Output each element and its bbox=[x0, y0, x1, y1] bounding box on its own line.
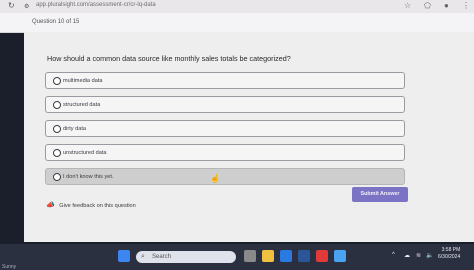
quiz-header: Question 10 of 15 bbox=[0, 13, 474, 33]
task-view-icon[interactable] bbox=[244, 250, 256, 262]
site-info-icon[interactable]: ⚙ bbox=[24, 3, 29, 10]
extensions-icon[interactable]: ⬠ bbox=[424, 1, 431, 10]
megaphone-icon: 📣 bbox=[46, 202, 55, 209]
radio-button[interactable] bbox=[53, 125, 61, 133]
clock-date: 6/30/2024 bbox=[438, 254, 461, 260]
search-icon: ⌕ bbox=[141, 253, 145, 260]
feedback-label: Give feedback on this question bbox=[59, 203, 136, 209]
answer-option[interactable]: structured data bbox=[45, 96, 405, 113]
submit-answer-button[interactable]: Submit Answer bbox=[352, 187, 408, 202]
outlook-icon[interactable] bbox=[334, 250, 346, 262]
question-text: How should a common data source like mon… bbox=[47, 54, 291, 63]
feedback-link[interactable]: 📣 Give feedback on this question bbox=[46, 201, 136, 209]
answer-option[interactable]: multimedia data bbox=[45, 72, 405, 89]
menu-icon[interactable]: ⋮ bbox=[462, 1, 470, 10]
browser-toolbar: ↻ ⚙ app.pluralsight.com/assessment-cr/cr… bbox=[0, 0, 474, 14]
option-label: structured data bbox=[63, 102, 101, 108]
chevron-up-icon[interactable]: ^ bbox=[392, 252, 395, 258]
radio-button[interactable] bbox=[53, 77, 61, 85]
answer-option[interactable]: unstructured data bbox=[45, 144, 405, 161]
radio-button[interactable] bbox=[53, 149, 61, 157]
profile-icon[interactable]: ● bbox=[444, 1, 449, 10]
word-icon[interactable] bbox=[298, 250, 310, 262]
search-label: Search bbox=[152, 254, 172, 260]
option-label: unstructured data bbox=[63, 150, 107, 156]
bookmark-star-icon[interactable]: ☆ bbox=[404, 1, 411, 10]
option-label: dirty data bbox=[63, 126, 87, 132]
option-label: I don't know this yet. bbox=[63, 174, 114, 180]
address-bar[interactable]: app.pluralsight.com/assessment-cr/cr-lq-… bbox=[36, 2, 156, 8]
windows-taskbar: ⌕ Search ^ ☁ ≋ 🔈 3:58 PM 6/30/2024 bbox=[0, 244, 474, 270]
answer-option[interactable]: dirty data bbox=[45, 120, 405, 137]
answer-option[interactable]: I don't know this yet. bbox=[45, 168, 405, 185]
chrome-icon[interactable] bbox=[316, 250, 328, 262]
question-counter: Question 10 of 15 bbox=[32, 19, 80, 25]
system-clock[interactable]: 3:58 PM 6/30/2024 bbox=[438, 247, 460, 261]
weather-status[interactable]: Sunny bbox=[2, 264, 16, 270]
edge-icon[interactable] bbox=[280, 250, 292, 262]
taskbar-search[interactable]: ⌕ Search bbox=[136, 251, 236, 263]
clock-time: 3:58 PM bbox=[441, 247, 461, 253]
start-icon[interactable] bbox=[118, 250, 130, 262]
file-explorer-icon[interactable] bbox=[262, 250, 274, 262]
quiz-content bbox=[24, 32, 474, 242]
mouse-cursor-icon: ☝ bbox=[210, 174, 220, 183]
volume-icon[interactable]: 🔈 bbox=[426, 252, 433, 259]
radio-button[interactable] bbox=[53, 173, 61, 181]
wifi-icon[interactable]: ≋ bbox=[416, 252, 421, 259]
option-label: multimedia data bbox=[63, 78, 103, 84]
radio-button[interactable] bbox=[53, 101, 61, 109]
reload-icon[interactable]: ↻ bbox=[8, 1, 15, 10]
onedrive-icon[interactable]: ☁ bbox=[404, 252, 410, 259]
